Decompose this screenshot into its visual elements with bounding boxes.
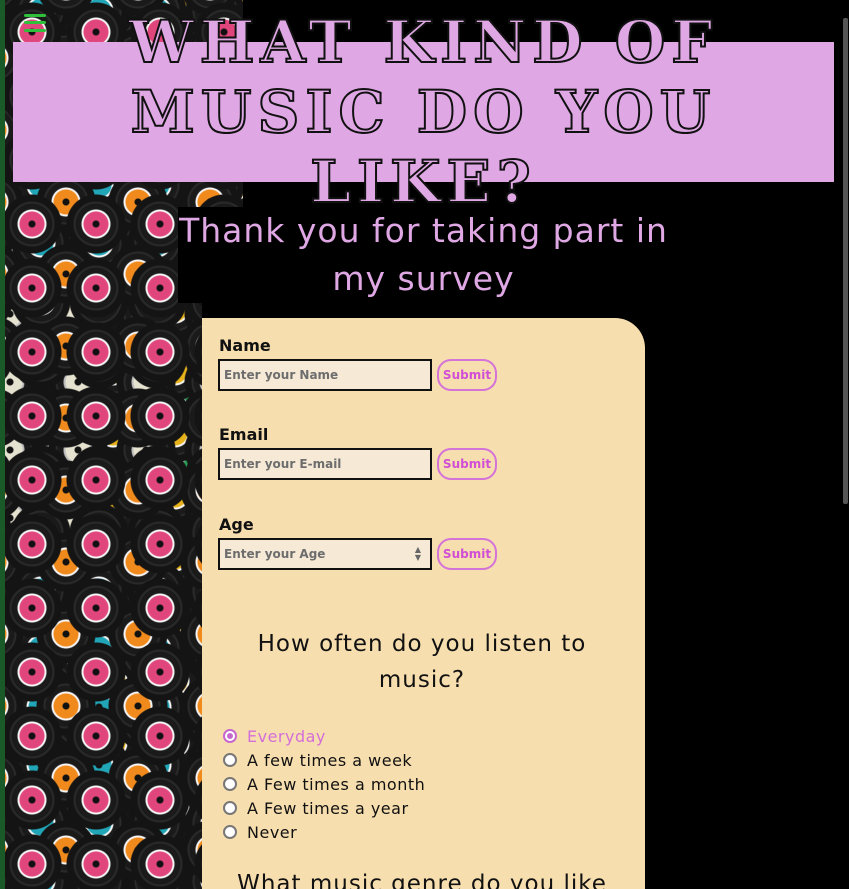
survey-subtitle: Thank you for taking part in my survey: [179, 211, 668, 298]
radio-icon[interactable]: [223, 801, 237, 815]
email-label: Email: [219, 425, 269, 444]
frequency-option[interactable]: A Few times a year: [222, 796, 425, 820]
page-edge: [0, 0, 5, 889]
name-input[interactable]: [218, 359, 432, 391]
frequency-option-label: A few times a week: [247, 750, 413, 770]
radio-selected-icon[interactable]: [223, 729, 237, 743]
name-submit-button[interactable]: Submit: [437, 359, 497, 391]
radio-icon[interactable]: [223, 753, 237, 767]
genre-question: What music genre do you like: [237, 871, 607, 889]
frequency-question: How often do you listen to music?: [257, 631, 587, 693]
email-submit-button[interactable]: Submit: [437, 448, 497, 480]
email-input[interactable]: [218, 448, 432, 480]
title-banner: What kind of music do you like?: [13, 7, 834, 217]
age-input[interactable]: [218, 538, 432, 570]
scrollbar[interactable]: [843, 18, 848, 504]
frequency-option-label: A Few times a month: [247, 774, 426, 794]
age-label: Age: [219, 515, 254, 534]
name-label: Name: [219, 336, 271, 355]
frequency-option[interactable]: A Few times a month: [222, 772, 425, 796]
frequency-option[interactable]: Everyday: [222, 724, 425, 748]
age-stepper-icon[interactable]: ▲ ▼: [410, 542, 426, 566]
frequency-option-label: Everyday: [247, 726, 326, 746]
frequency-option-label: Never: [247, 822, 298, 842]
frequency-options: Everyday A few times a week A Few times …: [222, 724, 425, 844]
radio-icon[interactable]: [223, 825, 237, 839]
frequency-option[interactable]: A few times a week: [222, 748, 425, 772]
page-title: What kind of music do you like?: [128, 7, 719, 217]
frequency-option-label: A Few times a year: [247, 798, 409, 818]
age-submit-button[interactable]: Submit: [437, 538, 497, 570]
radio-icon[interactable]: [223, 777, 237, 791]
frequency-option[interactable]: Never: [222, 820, 425, 844]
